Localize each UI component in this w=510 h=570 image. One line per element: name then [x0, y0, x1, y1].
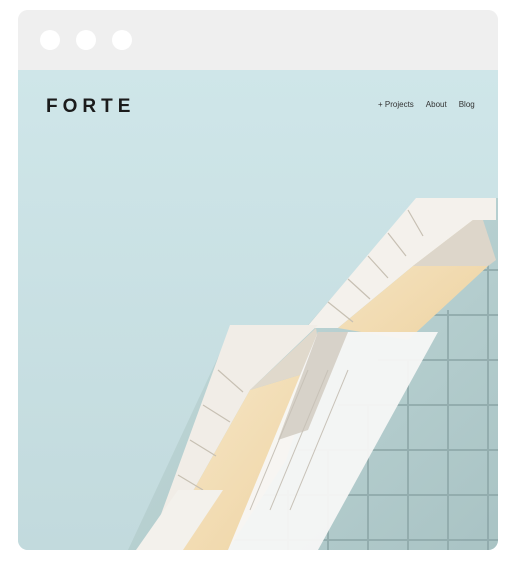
- nav-item-blog[interactable]: Blog: [459, 100, 475, 109]
- browser-window: FORTE + Projects About Blog: [18, 10, 498, 550]
- site-header: FORTE + Projects About Blog: [18, 70, 498, 150]
- window-control-dot[interactable]: [40, 30, 60, 50]
- window-control-dot[interactable]: [76, 30, 96, 50]
- window-control-dot[interactable]: [112, 30, 132, 50]
- website-viewport: FORTE + Projects About Blog: [18, 70, 498, 550]
- window-titlebar: [18, 10, 498, 70]
- nav-item-about[interactable]: About: [426, 100, 447, 109]
- site-logo[interactable]: FORTE: [46, 96, 135, 118]
- nav-item-projects[interactable]: + Projects: [378, 100, 414, 109]
- main-nav: + Projects About Blog: [378, 100, 475, 109]
